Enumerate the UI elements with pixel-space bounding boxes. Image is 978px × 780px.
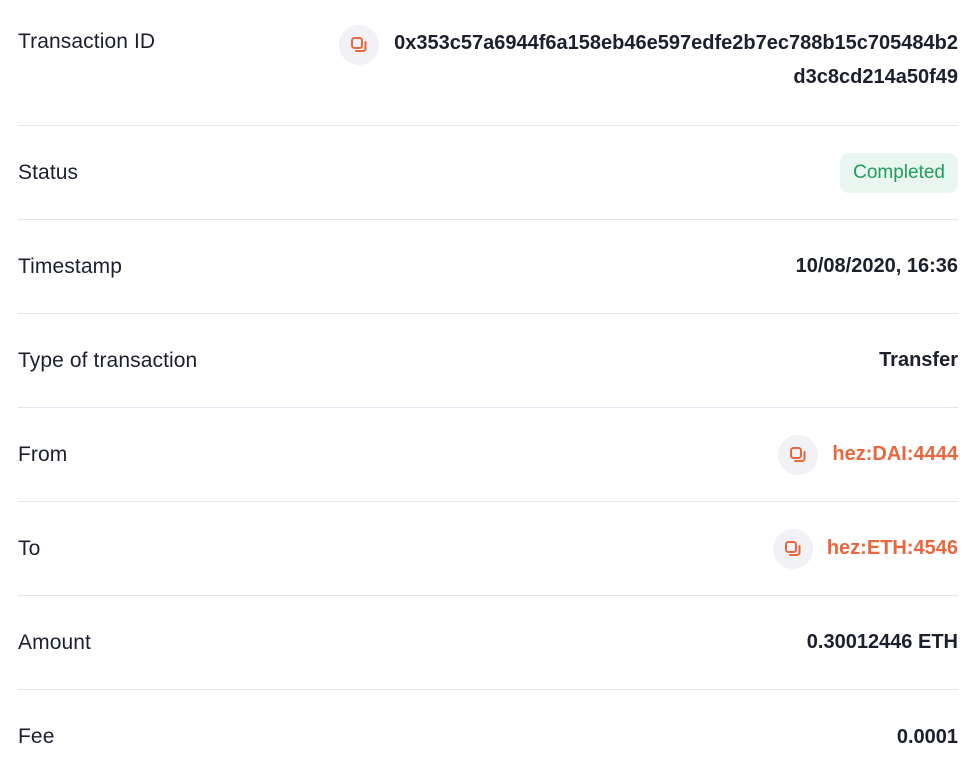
to-label: To [18,536,41,560]
amount-label: Amount [18,630,91,654]
type-value: Transfer [879,349,958,371]
transaction-id-row: Transaction ID 0x353c57a6944f6a158eb46e5… [18,0,958,126]
amount-value: 0.30012446 ETH [806,631,958,653]
transaction-id-value: 0x353c57a6944f6a158eb46e597edfe2b7ec788b… [394,32,958,88]
type-row: Type of transaction Transfer [18,314,958,408]
copy-icon [351,37,367,52]
to-account-link[interactable]: hez:ETH:4546 [827,537,958,560]
status-row: Status Completed [18,126,958,220]
from-label: From [18,442,68,466]
to-row: To hez:ETH:4546 [18,502,958,596]
fee-label: Fee [18,725,55,748]
fee-row: Fee 0.0001 [18,690,958,780]
transaction-id-value-group: 0x353c57a6944f6a158eb46e597edfe2b7ec788b… [339,25,958,94]
transaction-id-label: Transaction ID [18,30,156,53]
timestamp-label: Timestamp [18,254,122,278]
to-value-group: hez:ETH:4546 [772,528,958,569]
from-account-link[interactable]: hez:DAI:4444 [832,443,958,466]
fee-value: 0.0001 [896,725,958,748]
copy-to-button[interactable] [772,528,813,569]
from-value-group: hez:DAI:4444 [778,434,958,475]
timestamp-value: 10/08/2020, 16:36 [795,255,958,277]
transaction-details: Transaction ID 0x353c57a6944f6a158eb46e5… [0,0,978,780]
copy-from-button[interactable] [778,434,819,475]
from-row: From hez:DAI:4444 [18,408,958,502]
copy-icon [784,540,801,556]
amount-row: Amount 0.30012446 ETH [18,596,958,690]
status-badge: Completed [840,152,958,193]
copy-transaction-id-button[interactable] [339,25,379,65]
status-label: Status [18,160,79,184]
timestamp-row: Timestamp 10/08/2020, 16:36 [18,220,958,314]
type-label: Type of transaction [18,348,198,372]
copy-icon [790,446,806,462]
